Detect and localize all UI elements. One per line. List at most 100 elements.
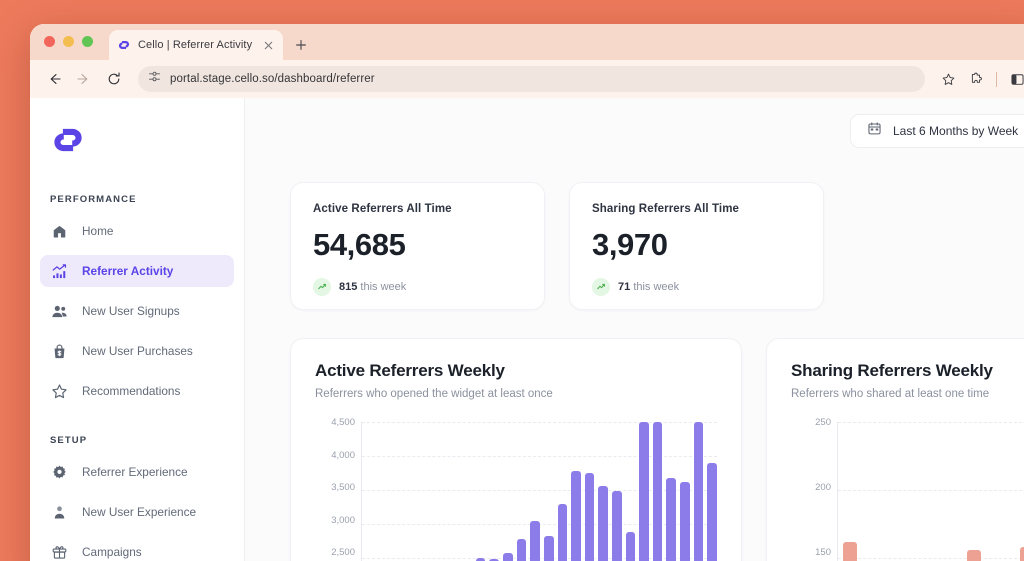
y-axis-labels: 4,5004,0003,5003,0002,5002,0001,500 (315, 422, 355, 561)
close-window-button[interactable] (44, 36, 55, 47)
stat-card-delta-text: 815 this week (339, 281, 406, 293)
toolbar-divider (996, 72, 997, 87)
sidebar-item-label: Home (82, 224, 113, 238)
bar[interactable] (694, 422, 704, 561)
bar[interactable] (967, 550, 981, 561)
bar[interactable] (530, 521, 540, 561)
sidebar-item-label: New User Experience (82, 505, 196, 519)
sidebar: PERFORMANCE Home (30, 98, 245, 561)
cello-logo-icon (117, 38, 131, 52)
nav-section-title-setup: SETUP (50, 435, 244, 446)
date-range-picker[interactable]: Last 6 Months by Week (850, 114, 1024, 148)
cello-logo-icon[interactable] (50, 122, 86, 158)
bar[interactable] (666, 478, 676, 561)
star-icon[interactable] (935, 66, 961, 92)
person-icon (50, 503, 69, 522)
close-icon[interactable] (262, 39, 275, 52)
sidebar-item-referrer-activity[interactable]: Referrer Activity (40, 255, 234, 287)
calendar-icon (867, 121, 882, 141)
address-bar[interactable]: portal.stage.cello.so/dashboard/referrer (138, 66, 925, 92)
y-axis-tick: 4,500 (315, 418, 355, 428)
chart-subtitle: Referrers who opened the widget at least… (315, 388, 717, 400)
users-icon (50, 302, 69, 321)
browser-window: Cello | Referrer Activity (30, 24, 1024, 561)
minimize-window-button[interactable] (63, 36, 74, 47)
stat-card-delta-value: 815 (339, 281, 357, 293)
sidebar-item-label: Referrer Experience (82, 465, 188, 479)
shopping-bag-dollar-icon (50, 342, 69, 361)
stat-card-delta: 815 this week (313, 278, 522, 296)
chart-card-sharing-referrers-weekly: Sharing Referrers Weekly Referrers who s… (766, 338, 1024, 561)
chart-plot-area: 250200150100 (791, 422, 1024, 561)
bar[interactable] (517, 539, 527, 561)
stat-card-delta: 71 this week (592, 278, 801, 296)
y-axis-labels: 250200150100 (791, 422, 831, 561)
browser-tab-strip: Cello | Referrer Activity (30, 24, 1024, 60)
bar[interactable] (653, 422, 663, 561)
bar[interactable] (707, 463, 717, 561)
bar[interactable] (544, 536, 554, 561)
toolbar-actions (935, 66, 1024, 92)
bar[interactable] (639, 422, 649, 561)
bar[interactable] (843, 542, 857, 561)
bar-chart-trend-icon (50, 262, 69, 281)
sidebar-item-label: New User Signups (82, 304, 180, 318)
bar[interactable] (626, 532, 636, 561)
nav-section-title-performance: PERFORMANCE (50, 194, 244, 205)
bar[interactable] (476, 558, 486, 561)
chart-title: Sharing Referrers Weekly (791, 361, 1024, 381)
bar-series (362, 422, 717, 561)
bar[interactable] (503, 553, 513, 561)
sidebar-item-label: Referrer Activity (82, 264, 173, 278)
y-axis-tick: 3,000 (315, 516, 355, 526)
window-traffic-lights (44, 24, 93, 60)
back-arrow-icon[interactable] (40, 65, 68, 93)
bar[interactable] (1020, 547, 1024, 561)
bar-series (838, 422, 1024, 561)
maximize-window-button[interactable] (82, 36, 93, 47)
y-axis-tick: 150 (791, 548, 831, 558)
new-tab-button[interactable] (289, 30, 313, 60)
application-body: PERFORMANCE Home (30, 98, 1024, 561)
side-panel-icon[interactable] (1004, 66, 1024, 92)
browser-tab[interactable]: Cello | Referrer Activity (109, 30, 283, 60)
y-axis-tick: 200 (791, 483, 831, 493)
stat-card-sharing-referrers: Sharing Referrers All Time 3,970 71 this… (569, 182, 824, 310)
stat-card-delta-suffix: this week (360, 281, 406, 293)
address-bar-url: portal.stage.cello.so/dashboard/referrer (170, 73, 375, 85)
trend-up-icon (313, 278, 331, 296)
plot-area (837, 422, 1024, 561)
sidebar-item-recommendations[interactable]: Recommendations (40, 375, 234, 407)
plot-area (361, 422, 717, 561)
sidebar-item-referrer-experience[interactable]: Referrer Experience (40, 456, 234, 488)
sidebar-item-label: New User Purchases (82, 344, 193, 358)
stat-card-value: 54,685 (313, 227, 522, 263)
stat-card-value: 3,970 (592, 227, 801, 263)
puzzle-piece-icon[interactable] (963, 66, 989, 92)
bar[interactable] (612, 491, 622, 561)
chart-title: Active Referrers Weekly (315, 361, 717, 381)
site-settings-icon[interactable] (148, 70, 161, 88)
main-content: Last 6 Months by Week Active Referrers A… (245, 98, 1024, 561)
sidebar-item-campaigns[interactable]: Campaigns (40, 536, 234, 561)
y-axis-tick: 2,500 (315, 548, 355, 558)
stat-cards-row: Active Referrers All Time 54,685 815 thi… (245, 148, 1024, 310)
sidebar-item-home[interactable]: Home (40, 215, 234, 247)
stat-card-active-referrers: Active Referrers All Time 54,685 815 thi… (290, 182, 545, 310)
bar[interactable] (598, 486, 608, 561)
reload-icon[interactable] (100, 65, 128, 93)
sidebar-item-new-user-experience[interactable]: New User Experience (40, 496, 234, 528)
gift-icon (50, 543, 69, 561)
bar[interactable] (680, 482, 690, 561)
chart-card-active-referrers-weekly: Active Referrers Weekly Referrers who op… (290, 338, 742, 561)
bar[interactable] (585, 473, 595, 561)
bar[interactable] (571, 471, 581, 561)
sidebar-item-new-user-signups[interactable]: New User Signups (40, 295, 234, 327)
y-axis-tick: 250 (791, 418, 831, 428)
sidebar-item-new-user-purchases[interactable]: New User Purchases (40, 335, 234, 367)
browser-tab-title: Cello | Referrer Activity (138, 39, 255, 51)
stat-card-delta-value: 71 (618, 281, 630, 293)
bar[interactable] (558, 504, 568, 561)
stat-card-delta-suffix: this week (633, 281, 679, 293)
forward-arrow-icon[interactable] (70, 65, 98, 93)
